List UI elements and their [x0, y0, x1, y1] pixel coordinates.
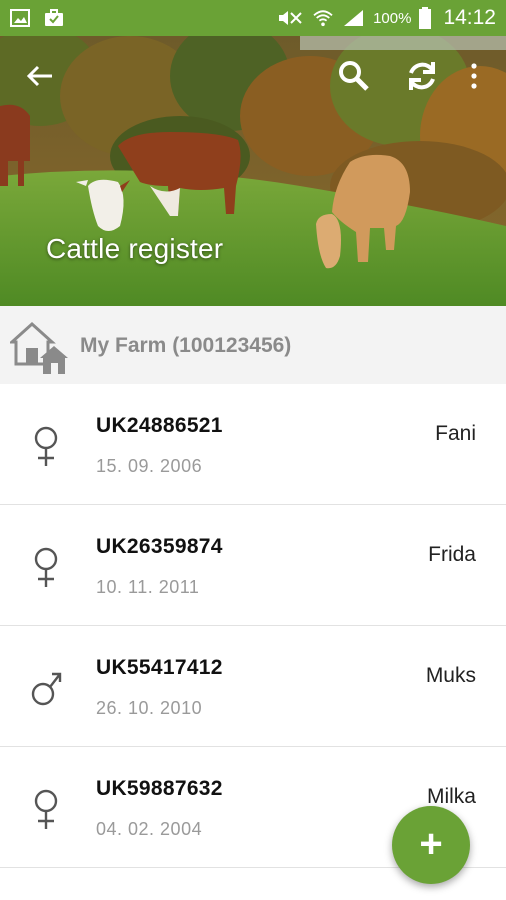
farm-selector[interactable]: My Farm (100123456)	[0, 306, 506, 384]
page-title: Cattle register	[46, 233, 224, 264]
mute-icon	[279, 11, 302, 25]
briefcase-icon	[45, 9, 63, 26]
battery-icon	[419, 7, 432, 29]
farm-label: My Farm (100123456)	[80, 334, 292, 357]
header-banner: Cattle register	[0, 36, 506, 306]
gallery-icon	[10, 9, 30, 27]
cattle-id: UK55417412	[96, 656, 223, 679]
cattle-id: UK59887632	[96, 777, 223, 800]
female-icon	[34, 789, 58, 829]
cattle-name: Muks	[425, 664, 476, 687]
male-icon	[31, 672, 62, 706]
list-item[interactable]: UK24886521 15. 09. 2006 Fani	[0, 384, 506, 505]
cattle-birth-date: 10. 11. 2011	[96, 577, 200, 597]
add-cattle-button[interactable]: +	[392, 806, 470, 884]
signal-icon	[344, 10, 364, 26]
list-item[interactable]: UK26359874 10. 11. 2011 Frida	[0, 505, 506, 626]
battery-percent: 100%	[373, 9, 412, 27]
cattle-birth-date: 15. 09. 2006	[96, 456, 203, 476]
more-vert-icon	[471, 63, 477, 89]
more-options-button[interactable]	[460, 56, 488, 96]
cattle-name: Frida	[428, 543, 476, 566]
female-icon	[34, 426, 58, 466]
cattle-id: UK26359874	[96, 535, 223, 558]
list-item[interactable]: UK55417412 26. 10. 2010 Muks	[0, 626, 506, 747]
cattle-birth-date: 26. 10. 2010	[96, 698, 203, 718]
back-button[interactable]	[18, 58, 62, 94]
sync-icon	[409, 62, 435, 90]
plus-icon: +	[419, 821, 443, 866]
cattle-id: UK24886521	[96, 414, 223, 437]
farm-houses-icon	[10, 321, 68, 374]
cattle-birth-date: 04. 02. 2004	[96, 819, 203, 839]
cattle-list: UK24886521 15. 09. 2006 Fani UK26359874 …	[0, 384, 506, 868]
cattle-name: Fani	[435, 422, 476, 445]
search-icon	[339, 61, 369, 91]
wifi-icon	[313, 10, 333, 27]
clock: 14:12	[443, 6, 496, 29]
female-icon	[34, 547, 58, 587]
status-bar: 100% 14:12	[0, 0, 506, 36]
search-button[interactable]	[332, 56, 376, 96]
sync-button[interactable]	[400, 56, 444, 96]
back-arrow-icon	[26, 65, 52, 87]
